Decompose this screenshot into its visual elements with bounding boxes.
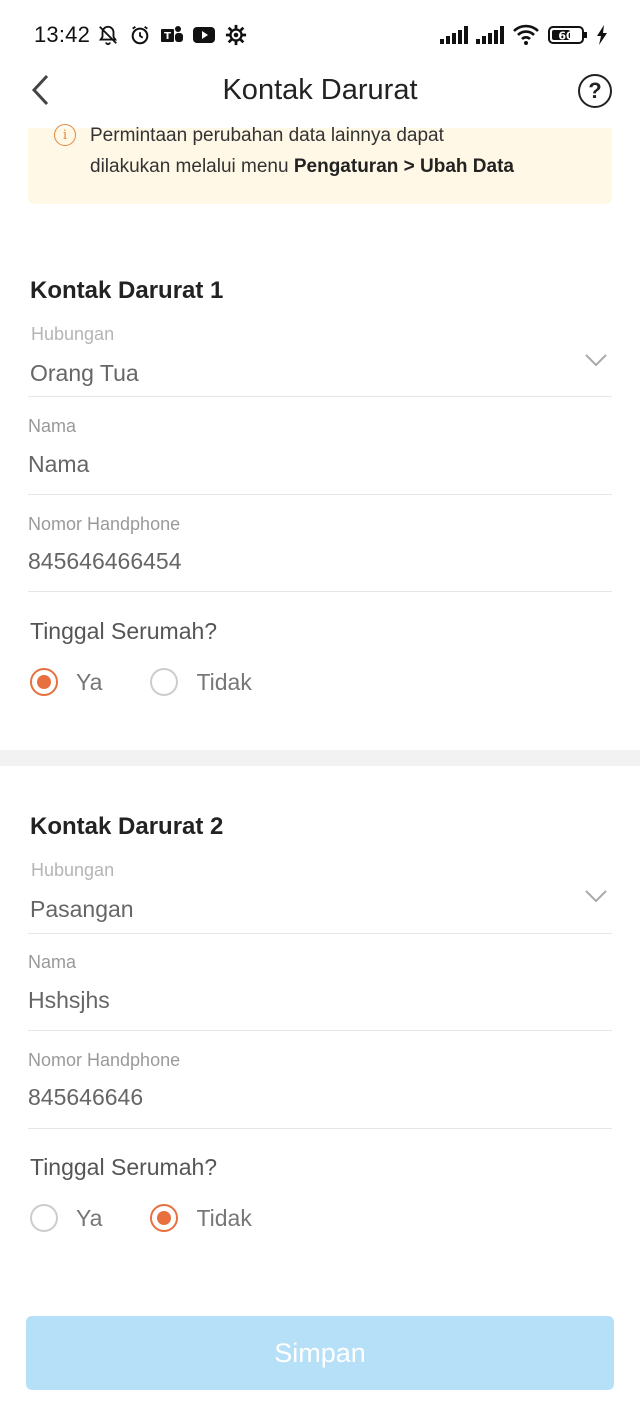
signal-icon	[476, 26, 504, 44]
radio-no-label: Tidak	[196, 668, 252, 695]
relation-label: Hubungan	[31, 324, 115, 344]
info-text-line1: Permintaan perubahan data lainnya dapat	[90, 125, 444, 146]
relation-select[interactable]: Hubungan Pasangan	[28, 860, 612, 934]
relation-value: Orang Tua	[30, 360, 139, 386]
radio-no-label: Tidak	[196, 1204, 252, 1231]
battery-level-text: 60	[558, 30, 574, 43]
radio-no[interactable]	[150, 668, 179, 696]
alarm-icon	[128, 23, 152, 47]
charging-icon	[596, 25, 608, 45]
chevron-down-icon[interactable]	[584, 888, 608, 904]
name-value[interactable]: Hshsjhs	[28, 987, 110, 1014]
status-time: 13:42	[34, 22, 91, 47]
back-button[interactable]	[22, 72, 58, 108]
section-title: Kontak Darurat 2	[30, 813, 224, 840]
name-label: Nama	[28, 952, 77, 972]
info-text-menu-path: Pengaturan > Ubah Data	[293, 156, 514, 177]
mute-notification-icon	[96, 23, 120, 47]
section-divider	[0, 750, 640, 766]
radio-option-yes[interactable]: Ya	[30, 668, 102, 696]
relation-select[interactable]: Hubungan Orang Tua	[28, 324, 612, 397]
name-field[interactable]: Nama Nama	[28, 416, 612, 495]
youtube-icon	[192, 23, 216, 47]
radio-no-checked[interactable]	[150, 1204, 179, 1232]
live-together-radio-group: Ya Tidak	[30, 668, 252, 696]
phone-value[interactable]: 845646646	[28, 1084, 143, 1111]
live-together-question: Tinggal Serumah?	[30, 618, 218, 644]
phone-label: Nomor Handphone	[28, 514, 181, 534]
status-bar: 13:42 T 60	[0, 0, 640, 70]
relation-label: Hubungan	[31, 860, 115, 880]
chevron-down-icon[interactable]	[584, 352, 608, 368]
save-button[interactable]: Simpan	[26, 1316, 614, 1390]
teams-icon: T	[160, 23, 184, 47]
live-together-radio-group: Ya Tidak	[30, 1204, 252, 1232]
emergency-contact-page: 13:42 T 60 Kontak Darurat ? i Permintaan…	[0, 0, 640, 1422]
signal-icon	[440, 26, 468, 44]
app-header: Kontak Darurat ?	[0, 62, 640, 118]
phone-label: Nomor Handphone	[28, 1050, 181, 1070]
radio-option-no[interactable]: Tidak	[150, 668, 252, 696]
radio-yes[interactable]	[30, 1204, 58, 1232]
radio-yes-checked[interactable]	[30, 668, 58, 696]
battery-icon: 60	[548, 25, 588, 45]
name-field[interactable]: Nama Hshsjhs	[28, 952, 612, 1031]
page-title: Kontak Darurat	[222, 73, 418, 106]
info-text-line2: dilakukan melalui menu	[90, 156, 294, 177]
settings-gear-icon	[224, 23, 248, 47]
info-banner: i Permintaan perubahan data lainnya dapa…	[28, 124, 612, 204]
phone-field[interactable]: Nomor Handphone 845646466454	[28, 514, 612, 592]
name-label: Nama	[28, 416, 77, 436]
help-button[interactable]: ?	[578, 74, 612, 108]
status-icons-left: T	[96, 23, 248, 47]
help-icon: ?	[588, 78, 602, 103]
phone-value[interactable]: 845646466454	[28, 548, 182, 575]
chevron-left-icon	[31, 74, 49, 106]
radio-option-no[interactable]: Tidak	[150, 1204, 252, 1232]
wifi-icon	[512, 24, 540, 46]
phone-field[interactable]: Nomor Handphone 845646646	[28, 1050, 612, 1129]
section-title: Kontak Darurat 1	[30, 277, 224, 304]
info-text: Permintaan perubahan data lainnya dapat …	[90, 120, 592, 182]
name-value[interactable]: Nama	[28, 451, 89, 478]
radio-yes-label: Ya	[76, 668, 103, 695]
radio-yes-label: Ya	[76, 1204, 103, 1231]
svg-text:T: T	[164, 31, 171, 42]
relation-value: Pasangan	[30, 896, 134, 922]
live-together-question: Tinggal Serumah?	[30, 1154, 218, 1180]
info-icon: i	[54, 124, 76, 146]
radio-option-yes[interactable]: Ya	[30, 1204, 102, 1232]
status-icons-right: 60	[440, 24, 608, 46]
